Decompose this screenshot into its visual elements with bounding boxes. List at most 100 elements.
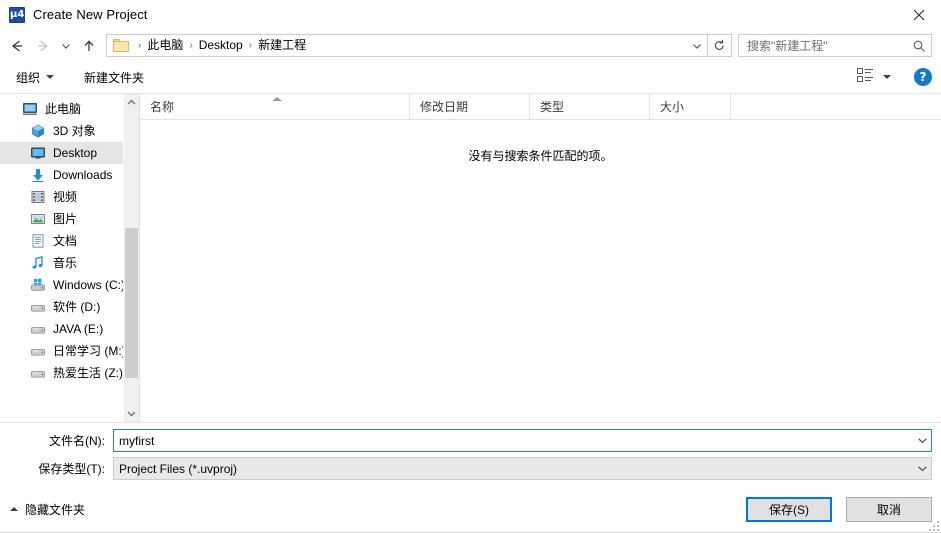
drive-icon [30, 321, 46, 337]
column-header-date-label: 修改日期 [420, 100, 469, 114]
up-icon[interactable] [76, 33, 102, 59]
breadcrumb-item-1[interactable]: Desktop [197, 35, 245, 56]
sidebar-item-pictures[interactable]: 图片 [0, 208, 139, 230]
new-folder-button[interactable]: 新建文件夹 [82, 65, 146, 89]
sidebar-item-drive-z[interactable]: 热爱生活 (Z:) [0, 362, 139, 384]
column-header-row: 名称 修改日期 类型 大小 [140, 94, 941, 120]
sidebar-item-documents[interactable]: 文档 [0, 230, 139, 252]
column-header-size[interactable]: 大小 [650, 94, 731, 119]
empty-list-message: 没有与搜索条件匹配的项。 [468, 149, 613, 163]
view-layout-icon [857, 68, 874, 86]
sidebar-scrollbar-thumb[interactable] [125, 228, 138, 378]
dialog-body: 此电脑 3D 对象 Desktop Downloads 视频 图片 文档 音乐 … [0, 94, 941, 423]
sidebar-item-3d-objects[interactable]: 3D 对象 [0, 120, 139, 142]
sidebar-item-computer[interactable]: 此电脑 [0, 98, 139, 120]
column-header-name[interactable]: 名称 [140, 94, 410, 119]
sidebar-item-label: Desktop [53, 146, 98, 160]
cancel-button[interactable]: 取消 [846, 496, 932, 522]
sidebar-item-label: 软件 (D:) [53, 300, 101, 314]
3d-objects-icon [30, 123, 46, 139]
refresh-icon[interactable] [708, 34, 732, 57]
column-header-type[interactable]: 类型 [530, 94, 650, 119]
column-header-name-label: 名称 [150, 100, 175, 114]
folder-icon [113, 39, 129, 52]
sidebar-item-label: 音乐 [53, 256, 78, 270]
filename-input[interactable]: myfirst [113, 429, 932, 452]
chevron-down-icon[interactable] [914, 464, 931, 473]
filetype-select[interactable]: Project Files (*.uvproj) [113, 457, 932, 480]
windows-drive-icon [30, 277, 46, 293]
breadcrumb-item-0[interactable]: 此电脑 [145, 35, 185, 56]
sidebar-item-label: 此电脑 [45, 102, 82, 116]
window-title: Create New Project [33, 7, 148, 22]
chevron-down-icon [883, 75, 891, 79]
hide-folders-label: 隐藏文件夹 [25, 502, 86, 517]
desktop-icon [30, 145, 46, 161]
close-icon[interactable] [896, 0, 941, 30]
back-icon[interactable] [4, 33, 30, 59]
chevron-up-icon [10, 507, 18, 511]
resize-grip-icon[interactable] [927, 519, 939, 531]
sidebar-item-drive-m[interactable]: 日常学习 (M:) [0, 340, 139, 362]
view-options-button[interactable] [855, 65, 893, 89]
title-bar: μ4 Create New Project [0, 0, 941, 30]
breadcrumb[interactable]: › 此电脑 › Desktop › 新建工程 [106, 34, 708, 57]
organize-button[interactable]: 组织 [14, 65, 56, 89]
chevron-down-icon[interactable] [124, 405, 139, 422]
column-header-size-label: 大小 [660, 100, 685, 114]
filename-row: 文件名(N): myfirst [0, 429, 941, 452]
sort-ascending-icon [272, 97, 282, 101]
column-header-filler [731, 94, 941, 119]
breadcrumb-separator: › [189, 40, 193, 51]
filetype-value: Project Files (*.uvproj) [119, 461, 238, 476]
chevron-down-icon[interactable] [914, 436, 931, 445]
filetype-label: 保存类型(T): [38, 462, 105, 476]
pictures-icon [30, 211, 46, 227]
drive-icon [30, 299, 46, 315]
sidebar-item-music[interactable]: 音乐 [0, 252, 139, 274]
filetype-row: 保存类型(T): Project Files (*.uvproj) [0, 457, 941, 480]
drive-icon [30, 343, 46, 359]
navigation-bar: › 此电脑 › Desktop › 新建工程 搜索"新建工程" [0, 30, 941, 61]
documents-icon [30, 233, 46, 249]
music-icon [30, 255, 46, 271]
sidebar-item-label: 3D 对象 [53, 124, 96, 138]
sidebar-item-label: 图片 [53, 212, 78, 226]
breadcrumb-dropdown-icon[interactable] [687, 35, 707, 56]
help-icon[interactable]: ? [914, 68, 932, 86]
chevron-up-icon[interactable] [124, 94, 139, 111]
breadcrumb-separator: › [138, 40, 142, 51]
breadcrumb-separator: › [248, 40, 253, 51]
sidebar-item-windows-c[interactable]: Windows (C:) [0, 274, 139, 296]
save-button[interactable]: 保存(S) [746, 496, 832, 522]
downloads-icon [30, 167, 46, 183]
hide-folders-toggle[interactable]: 隐藏文件夹 [10, 501, 85, 518]
file-list-pane: 名称 修改日期 类型 大小 没有与搜索条件匹配的项。 [139, 94, 941, 422]
forward-icon [30, 33, 56, 59]
dialog-footer: 隐藏文件夹 保存(S) 取消 [0, 485, 941, 533]
sidebar-item-label: 文档 [53, 234, 78, 248]
sidebar-item-label: 热爱生活 (Z:) [53, 366, 123, 380]
sidebar-scrollbar[interactable] [123, 94, 139, 422]
column-header-date[interactable]: 修改日期 [410, 94, 530, 119]
sidebar-item-drive-e[interactable]: JAVA (E:) [0, 318, 139, 340]
breadcrumb-item-2[interactable]: 新建工程 [256, 35, 308, 56]
filename-value: myfirst [119, 433, 155, 448]
new-folder-label: 新建文件夹 [84, 70, 145, 85]
search-icon[interactable] [911, 39, 927, 53]
sidebar-item-desktop[interactable]: Desktop [0, 142, 139, 164]
recent-locations-icon[interactable] [56, 33, 76, 59]
file-save-form: 文件名(N): myfirst 保存类型(T): Project Files (… [0, 423, 941, 485]
search-input[interactable]: 搜索"新建工程" [738, 34, 932, 57]
sidebar-item-label: Windows (C:) [53, 278, 126, 292]
videos-icon [30, 189, 46, 205]
sidebar-item-videos[interactable]: 视频 [0, 186, 139, 208]
uvision-icon-glyph: μ4 [10, 9, 25, 20]
sidebar-item-label: JAVA (E:) [53, 322, 104, 336]
column-header-type-label: 类型 [540, 100, 565, 114]
sidebar-item-drive-d[interactable]: 软件 (D:) [0, 296, 139, 318]
organize-label: 组织 [16, 70, 41, 85]
sidebar-item-downloads[interactable]: Downloads [0, 164, 139, 186]
navigation-pane: 此电脑 3D 对象 Desktop Downloads 视频 图片 文档 音乐 … [0, 94, 139, 422]
computer-icon [22, 101, 38, 117]
